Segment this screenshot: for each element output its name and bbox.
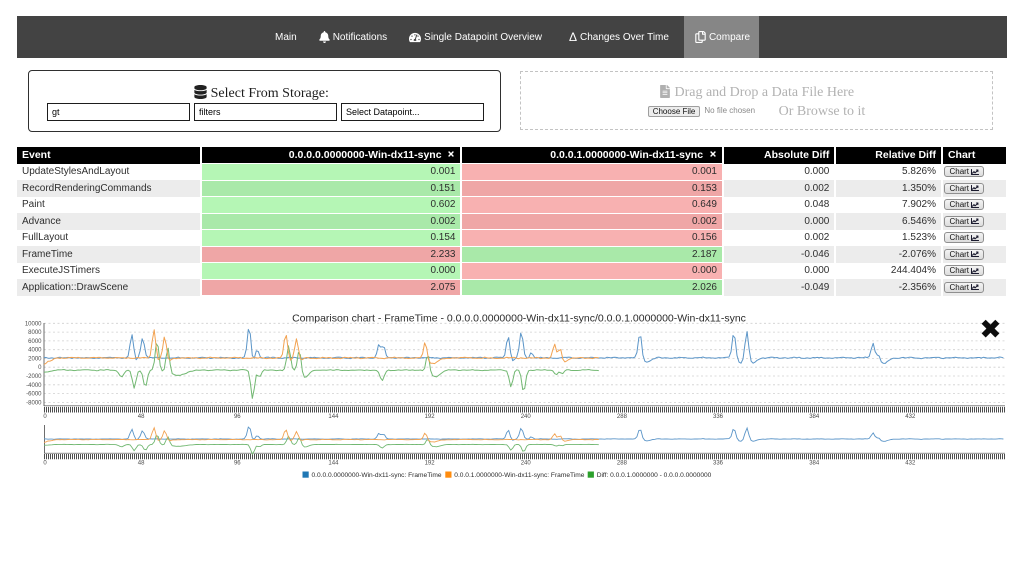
- svg-text:432: 432: [905, 461, 916, 467]
- svg-text:144: 144: [328, 414, 339, 420]
- svg-text:384: 384: [809, 461, 820, 467]
- svg-text:-6000: -6000: [26, 392, 42, 398]
- svg-text:48: 48: [138, 461, 145, 467]
- svg-text:240: 240: [521, 461, 532, 467]
- svg-text:6000: 6000: [28, 339, 42, 345]
- svg-text:4000: 4000: [28, 348, 42, 354]
- svg-text:96: 96: [234, 414, 241, 420]
- svg-text:288: 288: [617, 461, 628, 467]
- svg-text:96: 96: [234, 461, 241, 467]
- svg-text:336: 336: [713, 414, 724, 420]
- svg-text:0: 0: [43, 461, 47, 467]
- svg-text:432: 432: [905, 414, 916, 420]
- svg-text:10000: 10000: [25, 321, 42, 327]
- svg-text:192: 192: [425, 414, 436, 420]
- svg-text:0: 0: [38, 365, 42, 371]
- svg-text:Comparison chart - FrameTime -: Comparison chart - FrameTime - 0.0.0.0.0…: [292, 313, 746, 325]
- svg-text:-2000: -2000: [26, 374, 42, 380]
- svg-text:336: 336: [713, 461, 724, 467]
- svg-text:-4000: -4000: [26, 383, 42, 389]
- svg-text:Diff: 0.0.0.1.0000000 - 0.0.0.: Diff: 0.0.0.1.0000000 - 0.0.0.0.0000000: [597, 472, 712, 479]
- svg-text:2000: 2000: [28, 357, 42, 363]
- svg-text:288: 288: [617, 414, 628, 420]
- svg-text:-8000: -8000: [26, 400, 42, 406]
- svg-text:48: 48: [138, 414, 145, 420]
- svg-text:0: 0: [43, 414, 47, 420]
- svg-text:384: 384: [809, 414, 820, 420]
- svg-text:0.0.0.1.0000000-Win-dx11-sync:: 0.0.0.1.0000000-Win-dx11-sync: FrameTime: [454, 472, 584, 479]
- svg-text:144: 144: [328, 461, 339, 467]
- svg-text:240: 240: [521, 414, 532, 420]
- svg-text:0.0.0.0.0000000-Win-dx11-sync:: 0.0.0.0.0000000-Win-dx11-sync: FrameTime: [312, 472, 442, 479]
- svg-text:8000: 8000: [28, 330, 42, 336]
- svg-text:192: 192: [425, 461, 436, 467]
